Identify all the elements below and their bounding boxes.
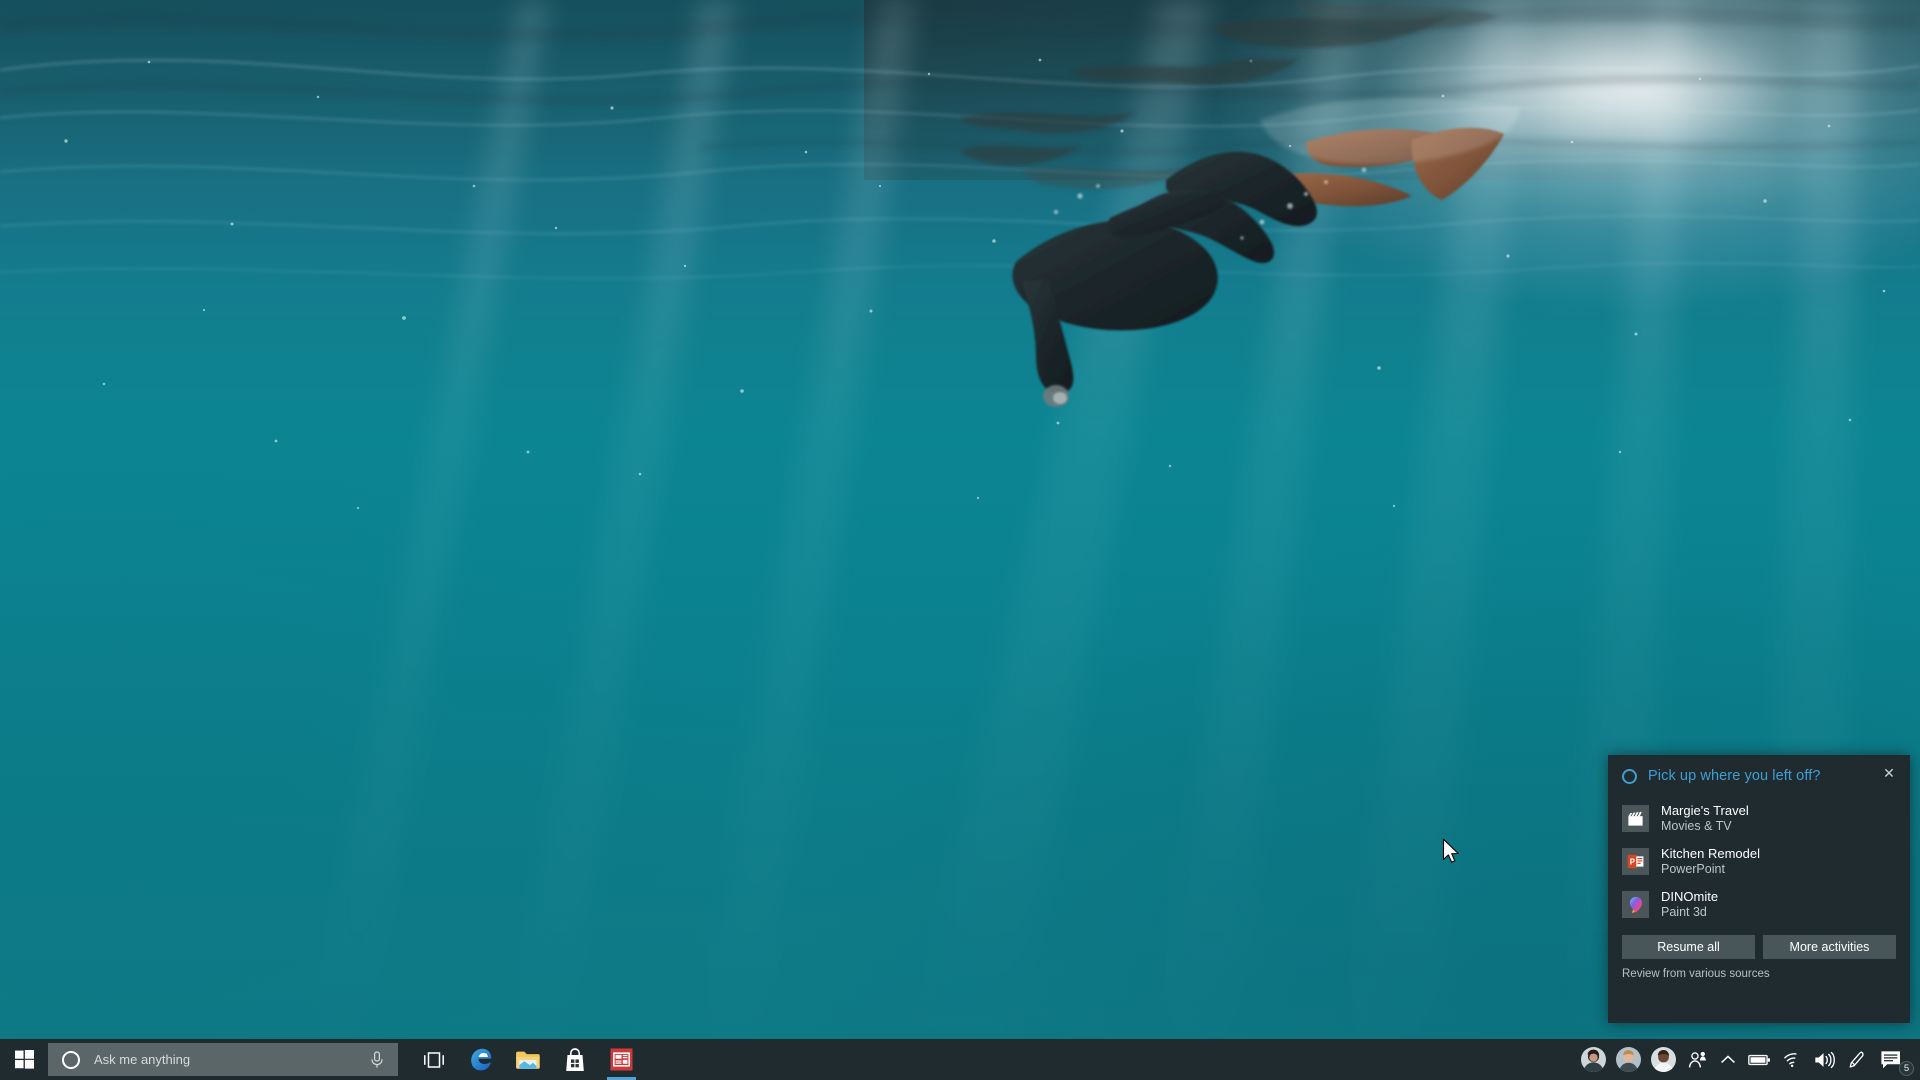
taskbar-app-file-explorer[interactable] bbox=[504, 1039, 551, 1080]
pen-icon bbox=[1847, 1050, 1866, 1069]
taskbar-app-microsoft-edge[interactable] bbox=[457, 1039, 504, 1080]
resume-all-button[interactable]: Resume all bbox=[1622, 935, 1755, 959]
list-item-title: Margie's Travel bbox=[1661, 804, 1749, 819]
list-item[interactable]: Margie's Travel Movies & TV bbox=[1608, 797, 1910, 840]
more-activities-button[interactable]: More activities bbox=[1763, 935, 1896, 959]
action-center-button[interactable]: 5 bbox=[1872, 1039, 1916, 1080]
speaker-icon bbox=[1814, 1051, 1835, 1069]
close-icon[interactable]: ✕ bbox=[1878, 762, 1900, 784]
my-people-button[interactable] bbox=[1681, 1039, 1714, 1080]
activity-list: Margie's Travel Movies & TV P bbox=[1608, 797, 1910, 928]
list-item-title: Kitchen Remodel bbox=[1661, 847, 1760, 862]
list-item-subtitle: PowerPoint bbox=[1661, 862, 1760, 876]
windows-ink-workspace-button[interactable] bbox=[1841, 1039, 1872, 1080]
task-view-icon bbox=[423, 1051, 445, 1069]
list-item-subtitle: Movies & TV bbox=[1661, 819, 1749, 833]
folder-icon bbox=[515, 1049, 541, 1071]
toast-footer: Review from various sources bbox=[1608, 959, 1910, 980]
volume-button[interactable] bbox=[1808, 1039, 1841, 1080]
contact-avatar-1[interactable] bbox=[1581, 1047, 1606, 1072]
action-center-badge: 5 bbox=[1899, 1061, 1914, 1076]
list-item-subtitle: Paint 3d bbox=[1661, 905, 1718, 919]
network-button[interactable] bbox=[1777, 1039, 1808, 1080]
add-person-icon bbox=[1687, 1050, 1708, 1070]
contact-avatar-3[interactable] bbox=[1651, 1047, 1676, 1072]
taskbar-app-sway[interactable] bbox=[598, 1039, 645, 1080]
taskbar-app-task-view[interactable] bbox=[410, 1039, 457, 1080]
search-input[interactable]: Ask me anything bbox=[48, 1043, 398, 1076]
search-placeholder: Ask me anything bbox=[94, 1052, 370, 1067]
microphone-icon[interactable] bbox=[370, 1051, 384, 1069]
movies-tv-icon bbox=[1622, 805, 1649, 832]
wifi-icon bbox=[1783, 1052, 1802, 1068]
battery-button[interactable] bbox=[1742, 1039, 1777, 1080]
taskbar-apps bbox=[410, 1039, 645, 1080]
store-bag-icon bbox=[564, 1048, 586, 1072]
edge-icon bbox=[468, 1047, 493, 1072]
pick-up-where-you-left-off-toast[interactable]: Pick up where you left off? ✕ Margie's T… bbox=[1608, 755, 1910, 1023]
show-hidden-icons-button[interactable] bbox=[1714, 1039, 1742, 1080]
toast-title: Pick up where you left off? bbox=[1648, 768, 1878, 784]
powerpoint-icon: P bbox=[1622, 848, 1649, 875]
list-item-title: DINOmite bbox=[1661, 890, 1718, 905]
freediver-silhouette bbox=[960, 0, 1580, 420]
sway-icon bbox=[610, 1048, 633, 1071]
contact-avatar-2[interactable] bbox=[1616, 1047, 1641, 1072]
paint3d-icon bbox=[1622, 891, 1649, 918]
list-item[interactable]: DINOmite Paint 3d bbox=[1608, 883, 1910, 926]
toast-actions: Resume all More activities bbox=[1608, 928, 1910, 959]
battery-icon bbox=[1748, 1053, 1771, 1067]
svg-text:P: P bbox=[1630, 857, 1635, 866]
cortana-ring-icon bbox=[1622, 769, 1637, 784]
taskbar[interactable]: Ask me anything bbox=[0, 1039, 1920, 1080]
toast-header: Pick up where you left off? ✕ bbox=[1608, 755, 1910, 797]
list-item[interactable]: P Kitchen Remodel PowerPoint bbox=[1608, 840, 1910, 883]
system-tray: 5 bbox=[1576, 1039, 1920, 1080]
list-item-text: DINOmite Paint 3d bbox=[1661, 890, 1718, 920]
cortana-ring-icon bbox=[62, 1051, 80, 1069]
start-button[interactable] bbox=[0, 1039, 48, 1080]
desktop[interactable]: Pick up where you left off? ✕ Margie's T… bbox=[0, 0, 1920, 1080]
list-item-text: Margie's Travel Movies & TV bbox=[1661, 804, 1749, 834]
chevron-up-icon bbox=[1720, 1054, 1736, 1066]
taskbar-app-microsoft-store[interactable] bbox=[551, 1039, 598, 1080]
windows-logo-icon bbox=[15, 1050, 34, 1069]
list-item-text: Kitchen Remodel PowerPoint bbox=[1661, 847, 1760, 877]
